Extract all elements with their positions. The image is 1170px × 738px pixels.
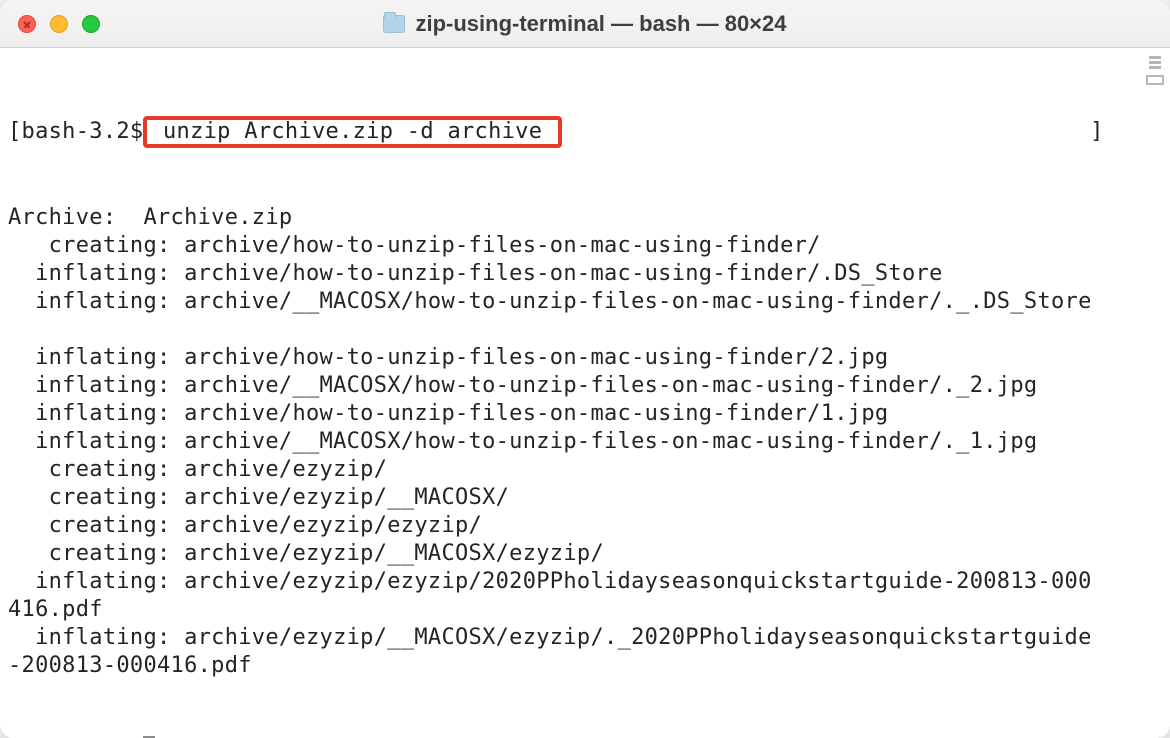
command-line: [bash-3.2$ unzip Archive.zip -d archive … <box>4 116 1166 148</box>
output-line: creating: archive/how-to-unzip-files-on-… <box>4 232 1166 260</box>
output-line: inflating: archive/how-to-unzip-files-on… <box>4 400 1166 428</box>
output-line: Archive: Archive.zip <box>4 204 1166 232</box>
output-line: creating: archive/ezyzip/ezyzip/ <box>4 512 1166 540</box>
minimize-button[interactable] <box>50 15 68 33</box>
output-line: inflating: archive/how-to-unzip-files-on… <box>4 344 1166 372</box>
window-title-text: zip-using-terminal — bash — 80×24 <box>415 11 786 37</box>
titlebar: zip-using-terminal — bash — 80×24 <box>0 0 1170 48</box>
output-line: inflating: archive/__MACOSX/how-to-unzip… <box>4 372 1166 400</box>
close-button[interactable] <box>18 15 36 33</box>
output-line: inflating: archive/how-to-unzip-files-on… <box>4 260 1166 288</box>
window-controls <box>18 15 100 33</box>
output-line: inflating: archive/__MACOSX/how-to-unzip… <box>4 288 1166 316</box>
output-line: 416.pdf <box>4 596 1166 624</box>
terminal-window: zip-using-terminal — bash — 80×24 [bash-… <box>0 0 1170 738</box>
output-line <box>4 316 1166 344</box>
line-close-bracket: ] <box>1090 119 1104 144</box>
command-highlight: unzip Archive.zip -d archive <box>143 116 561 148</box>
output-line: creating: archive/ezyzip/ <box>4 456 1166 484</box>
prompt-text: bash-3.2$ <box>22 119 144 144</box>
output-line: inflating: archive/ezyzip/ezyzip/2020PPh… <box>4 568 1166 596</box>
maximize-button[interactable] <box>82 15 100 33</box>
output-line: creating: archive/ezyzip/__MACOSX/ <box>4 484 1166 512</box>
scrollbar[interactable] <box>1148 48 1170 738</box>
folder-icon <box>383 15 405 33</box>
window-title: zip-using-terminal — bash — 80×24 <box>0 0 1170 47</box>
output-line: creating: archive/ezyzip/__MACOSX/ezyzip… <box>4 540 1166 568</box>
output-line: inflating: archive/ezyzip/__MACOSX/ezyzi… <box>4 624 1166 652</box>
output-line: -200813-000416.pdf <box>4 652 1166 680</box>
output-block: Archive: Archive.zip creating: archive/h… <box>4 204 1166 680</box>
terminal-body[interactable]: [bash-3.2$ unzip Archive.zip -d archive … <box>0 48 1170 738</box>
output-line: inflating: archive/__MACOSX/how-to-unzip… <box>4 428 1166 456</box>
